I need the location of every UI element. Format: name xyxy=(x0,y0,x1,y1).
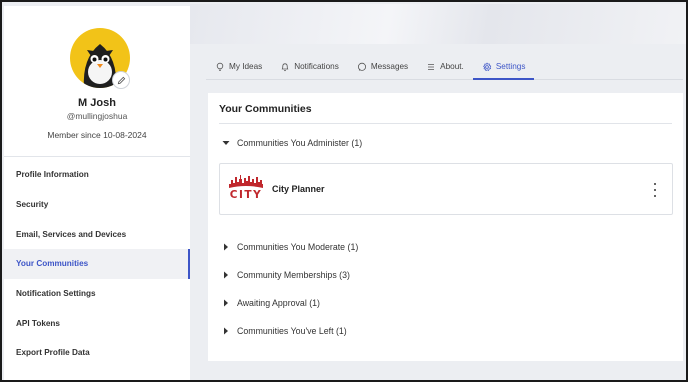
section-memberships[interactable]: Community Memberships (3) xyxy=(222,270,350,280)
kebab-menu-icon[interactable] xyxy=(652,183,658,197)
sidebar-nav: Profile Information Security Email, Serv… xyxy=(4,160,190,368)
city-planner-logo: CITY xyxy=(228,174,264,204)
member-since: Member since 10-08-2024 xyxy=(47,130,147,140)
section-awaiting-approval[interactable]: Awaiting Approval (1) xyxy=(222,298,320,308)
tab-my-ideas[interactable]: My Ideas xyxy=(206,54,271,79)
caret-right-icon xyxy=(222,271,230,279)
sidebar-item-profile-information[interactable]: Profile Information xyxy=(4,160,190,190)
lightbulb-icon xyxy=(215,62,225,72)
profile-banner xyxy=(190,4,686,44)
user-handle: @mullingjoshua xyxy=(66,111,128,121)
bell-icon xyxy=(280,62,290,72)
community-name[interactable]: City Planner xyxy=(272,184,325,194)
community-card[interactable]: CITY City Planner xyxy=(219,163,673,215)
tab-label: Notifications xyxy=(294,62,339,71)
sidebar-item-email-services-devices[interactable]: Email, Services and Devices xyxy=(4,219,190,249)
caret-right-icon xyxy=(222,243,230,251)
section-administer[interactable]: Communities You Administer (1) xyxy=(222,138,362,148)
sidebar-item-notification-settings[interactable]: Notification Settings xyxy=(4,279,190,309)
sidebar-item-your-communities[interactable]: Your Communities xyxy=(4,249,190,279)
tab-label: Messages xyxy=(370,62,409,71)
section-moderate[interactable]: Communities You Moderate (1) xyxy=(222,242,358,252)
city-logo-text: CITY xyxy=(229,189,263,201)
profile-sidebar: M Josh @mullingjoshua Member since 10-08… xyxy=(4,6,190,380)
caret-down-icon xyxy=(222,139,230,147)
section-label: Community Memberships (3) xyxy=(237,270,350,280)
caret-right-icon xyxy=(222,299,230,307)
tab-notifications[interactable]: Notifications xyxy=(271,54,348,79)
sidebar-item-security[interactable]: Security xyxy=(4,190,190,220)
tab-label: Settings xyxy=(495,62,526,71)
pencil-icon xyxy=(117,76,125,84)
tab-messages[interactable]: Messages xyxy=(348,54,417,79)
tab-settings[interactable]: Settings xyxy=(472,54,535,80)
section-left[interactable]: Communities You've Left (1) xyxy=(222,326,347,336)
title-divider xyxy=(219,123,672,124)
tab-about[interactable]: About. xyxy=(417,54,473,79)
gear-icon xyxy=(482,62,492,72)
user-name: M Josh xyxy=(78,97,116,109)
sidebar-item-export-profile-data[interactable]: Export Profile Data xyxy=(4,338,190,368)
page-title: Your Communities xyxy=(219,103,312,115)
caret-right-icon xyxy=(222,327,230,335)
profile-tabs: My Ideas Notifications Messages About. S… xyxy=(206,54,683,80)
edit-avatar-button[interactable] xyxy=(112,71,130,89)
app-window: M Josh @mullingjoshua Member since 10-08… xyxy=(0,0,688,382)
tab-label: About. xyxy=(440,62,464,71)
section-label: Communities You've Left (1) xyxy=(237,326,347,336)
sidebar-item-api-tokens[interactable]: API Tokens xyxy=(4,308,190,338)
chat-bubble-icon xyxy=(357,62,367,72)
menu-lines-icon xyxy=(426,62,436,72)
section-label: Awaiting Approval (1) xyxy=(237,298,320,308)
sidebar-divider xyxy=(4,156,190,157)
section-label: Communities You Administer (1) xyxy=(237,138,363,148)
communities-panel: Your Communities Communities You Adminis… xyxy=(208,93,683,361)
section-label: Communities You Moderate (1) xyxy=(237,242,359,252)
tab-label: My Ideas xyxy=(229,62,263,71)
